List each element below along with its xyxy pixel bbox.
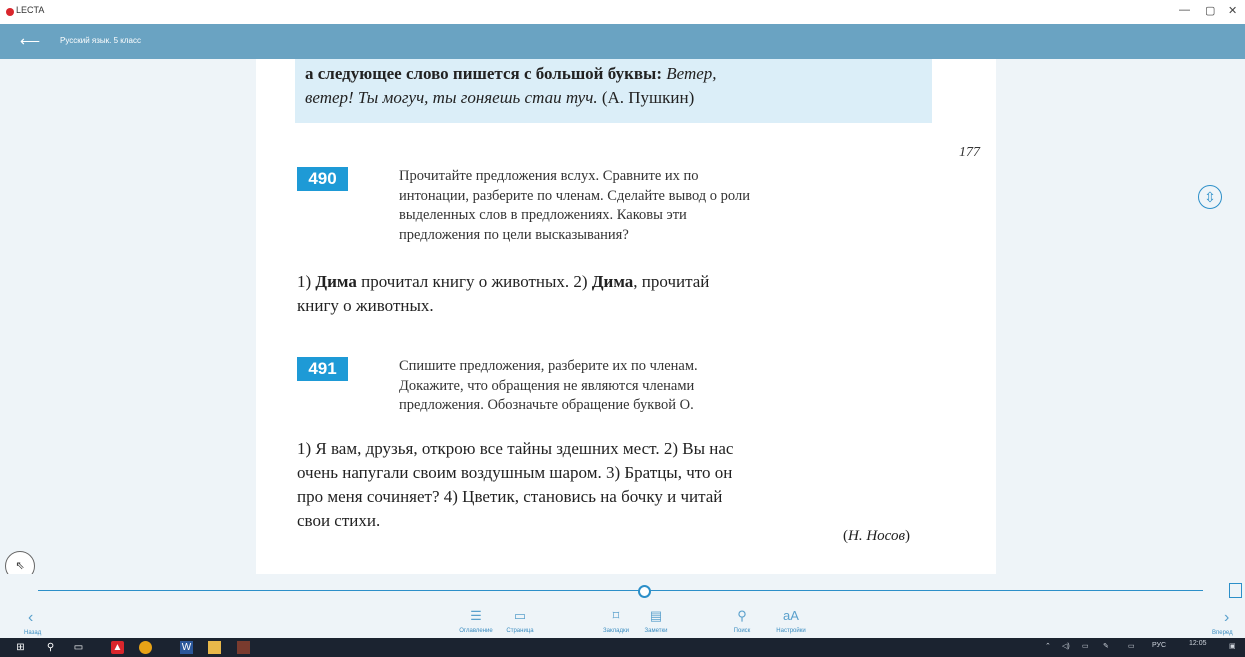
exercise-task: Спишите предложения, разберите их по чле… xyxy=(399,357,939,416)
minimize-button[interactable]: — xyxy=(1179,4,1190,16)
exercise-example: 1) Я вам, друзья, открою все тайны здешн… xyxy=(297,437,937,533)
next-page-label[interactable]: Вперед xyxy=(1212,630,1233,636)
notes-icon: ▤ xyxy=(649,608,663,623)
task-line: предложения. Обозначьте обращение буквой… xyxy=(399,397,694,413)
add-bookmark-icon[interactable] xyxy=(1229,583,1242,598)
example-text: книгу о животных. xyxy=(297,296,434,315)
volume-icon[interactable]: ◁) xyxy=(1062,642,1070,650)
folder-icon[interactable] xyxy=(208,641,221,654)
exercise-number-badge: 491 xyxy=(297,357,348,381)
example-line: очень напугали своим воздушным шаром. 3)… xyxy=(297,463,733,482)
windows-start-icon[interactable]: ⊞ xyxy=(14,641,27,654)
pen-icon[interactable]: ✎ xyxy=(1103,642,1109,650)
os-taskbar: ⊞ ⚲ ▭ ▲ W ⌃ ◁) ▭ ✎ ▭ РУС 12:05 ▣ xyxy=(0,638,1245,657)
task-line: Прочитайте предложения вслух. Сравните и… xyxy=(399,168,699,184)
exercise-number-badge: 490 xyxy=(297,167,348,191)
example-text: , прочитай xyxy=(633,272,710,291)
example-line: свои стихи. xyxy=(297,511,381,530)
nav-item-page[interactable]: ▭ Страница xyxy=(490,608,550,634)
example-line: про меня сочиняет? 4) Цветик, становись … xyxy=(297,487,723,506)
lecta-logo-icon xyxy=(6,8,14,16)
network-icon[interactable]: ▭ xyxy=(1082,642,1089,650)
rule-bold: а следующее слово пишется с большой букв… xyxy=(305,64,662,83)
rule-italic-1: Ветер, xyxy=(666,64,717,83)
task-line: Докажите, что обращения не являются член… xyxy=(399,377,695,394)
bottom-nav: ‹ Назад ☰ Оглавление ▭ Страница ⌑ Заклад… xyxy=(0,606,1245,638)
rule-italic-2: ветер! Ты могуч, ты гоняешь стаи туч. xyxy=(305,88,598,107)
rule-box: а следующее слово пишется с большой букв… xyxy=(295,59,932,123)
language-indicator[interactable]: РУС xyxy=(1152,642,1166,649)
page-icon: ▭ xyxy=(513,608,527,623)
window-titlebar: LECTA — ▢ ✕ xyxy=(0,0,1245,24)
word-icon[interactable]: W xyxy=(180,641,193,654)
chevron-right-icon[interactable]: › xyxy=(1224,609,1229,627)
nav-item-settings[interactable]: aA Настройки xyxy=(761,608,821,634)
author-attribution: (Н. Носов) xyxy=(843,528,910,544)
slider-thumb[interactable] xyxy=(637,585,651,598)
page-slider[interactable] xyxy=(0,574,1245,606)
nav-item-label: Заметки xyxy=(644,628,668,634)
author-name: Н. Носов xyxy=(848,528,905,544)
task-line: интонации, разберите по членам. Сделайте… xyxy=(399,187,750,204)
app-name: LECTA xyxy=(16,5,45,15)
nav-item-notes[interactable]: ▤ Заметки xyxy=(626,608,686,634)
highlighted-word: Дима xyxy=(591,272,634,291)
book-title: Русский язык. 5 класс xyxy=(60,36,141,45)
task-line: предложения по цели высказывания? xyxy=(399,226,629,243)
reading-area: а следующее слово пишется с большой букв… xyxy=(0,59,1245,574)
clock-time[interactable]: 12:05 xyxy=(1189,640,1207,647)
example-line: 1) Я вам, друзья, открою все тайны здешн… xyxy=(297,439,734,458)
app-icon[interactable] xyxy=(237,641,250,654)
rule-attribution: (А. Пушкин) xyxy=(601,88,695,107)
font-size-icon: aA xyxy=(783,608,799,623)
chrome-icon[interactable] xyxy=(139,641,152,654)
example-text: 1) xyxy=(297,272,312,291)
task-view-icon[interactable]: ▭ xyxy=(72,641,85,654)
nav-item-label: Настройки xyxy=(776,628,806,634)
exercise-task: Прочитайте предложения вслух. Сравните и… xyxy=(399,167,939,245)
task-line: Спишите предложения, разберите их по чле… xyxy=(399,358,698,374)
prev-page-label[interactable]: Назад xyxy=(24,630,41,636)
chevron-up-icon[interactable]: ⌃ xyxy=(1045,642,1051,650)
example-text: прочитал книгу о животных. 2) xyxy=(361,272,588,291)
task-line: выделенных слов в предложениях. Каковы э… xyxy=(399,207,687,223)
lecta-app-icon[interactable]: ▲ xyxy=(111,641,124,654)
close-button[interactable]: ✕ xyxy=(1228,4,1237,17)
zoom-fit-icon[interactable]: ⇳ xyxy=(1198,185,1222,209)
search-icon[interactable]: ⚲ xyxy=(44,641,57,654)
page-number: 177 xyxy=(959,145,980,160)
slider-track[interactable] xyxy=(38,590,1203,591)
nav-item-label: Страница xyxy=(506,628,534,634)
rule-text: а следующее слово пишется с большой букв… xyxy=(305,62,925,110)
exercise-example: 1) Дима прочитал книгу о животных. 2) Ди… xyxy=(297,270,937,318)
keyboard-icon[interactable]: ▭ xyxy=(1128,642,1135,650)
chevron-left-icon[interactable]: ‹ xyxy=(28,609,33,627)
arrow-left-icon[interactable]: ⟵ xyxy=(20,33,40,50)
maximize-button[interactable]: ▢ xyxy=(1205,4,1215,17)
notifications-icon[interactable]: ▣ xyxy=(1229,642,1236,650)
highlighted-word: Дима xyxy=(315,272,357,291)
app-toolbar: ⟵ Русский язык. 5 класс xyxy=(0,24,1245,59)
book-page: а следующее слово пишется с большой букв… xyxy=(256,59,996,574)
